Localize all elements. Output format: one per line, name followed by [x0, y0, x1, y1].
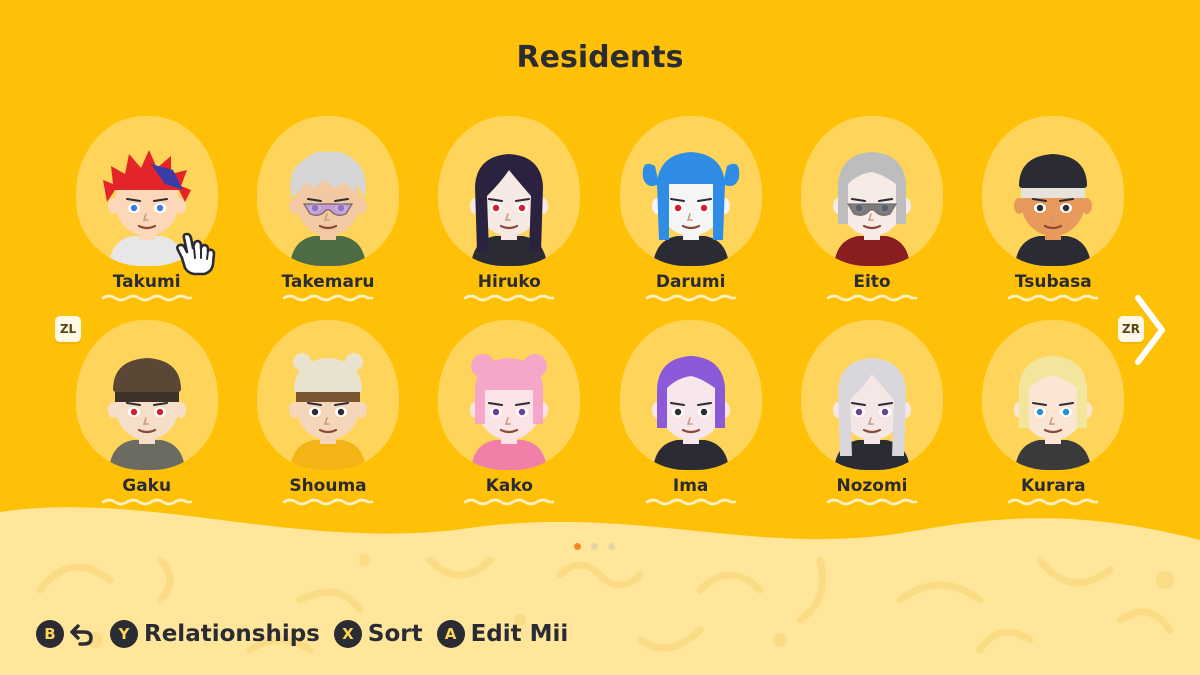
resident-name: Darumi	[655, 272, 726, 292]
residents-screen: Residents Takumi Takemaru Hiruko Darumi …	[0, 0, 1200, 675]
resident-card[interactable]: Gaku	[56, 318, 237, 522]
resident-card[interactable]: Darumi	[600, 114, 781, 318]
resident-card[interactable]: Takemaru	[237, 114, 418, 318]
hand-pointer-icon	[176, 232, 216, 276]
resident-name: Takemaru	[281, 272, 375, 292]
name-wavy-underline	[826, 498, 918, 506]
a-button-icon: A	[436, 620, 465, 648]
sort-label: Sort	[367, 621, 423, 647]
resident-card[interactable]: Eito	[781, 114, 962, 318]
mii-portrait	[800, 116, 943, 266]
resident-name: Gaku	[122, 476, 172, 496]
mii-avatar	[288, 353, 367, 470]
page-indicator	[574, 543, 626, 553]
name-wavy-underline	[826, 294, 918, 302]
mii-portrait	[438, 320, 581, 470]
name-wavy-underline	[645, 294, 736, 302]
page-dot	[591, 543, 598, 550]
y-button-icon: Y	[110, 620, 138, 648]
page-dot-active	[574, 543, 581, 550]
mii-portrait	[619, 320, 762, 470]
name-wavy-underline	[282, 498, 374, 506]
resident-card[interactable]: Kurara	[963, 318, 1144, 522]
mii-avatar	[288, 151, 367, 266]
mii-avatar	[470, 354, 549, 470]
mii-avatar	[651, 356, 730, 470]
resident-name: Nozomi	[836, 476, 908, 496]
resident-name: Kako	[485, 476, 533, 496]
edit-mii-control[interactable]: A Edit Mii	[436, 620, 569, 648]
controls-bar: B Y Relationships X Sort A Edit Mii	[36, 617, 582, 651]
resident-card[interactable]: Hiruko	[419, 114, 600, 318]
zl-button-icon[interactable]: ZL	[55, 316, 81, 342]
mii-portrait	[982, 320, 1125, 470]
name-wavy-underline	[101, 498, 192, 506]
mii-portrait	[256, 116, 399, 266]
resident-name: Ima	[672, 476, 709, 496]
back-control[interactable]: B	[36, 620, 96, 648]
page-title: Residents	[516, 40, 684, 75]
x-button-icon: X	[333, 620, 362, 648]
mii-portrait	[982, 116, 1125, 266]
mii-avatar	[107, 358, 186, 470]
name-wavy-underline	[464, 294, 555, 302]
resident-name: Hiruko	[477, 272, 541, 292]
next-page-arrow-icon[interactable]	[1132, 292, 1168, 368]
sort-control[interactable]: X Sort	[333, 620, 423, 648]
page-dot	[608, 543, 615, 550]
b-button-icon: B	[36, 620, 64, 648]
mii-portrait	[438, 116, 581, 266]
name-wavy-underline	[464, 498, 555, 506]
name-wavy-underline	[282, 294, 374, 302]
relationships-control[interactable]: Y Relationships	[110, 620, 320, 648]
mii-portrait	[256, 320, 399, 470]
name-wavy-underline	[101, 294, 192, 302]
mii-avatar	[832, 152, 911, 266]
mii-portrait	[800, 320, 943, 470]
mii-avatar	[832, 358, 911, 470]
resident-card[interactable]: Tsubasa	[963, 114, 1144, 318]
name-wavy-underline	[1008, 294, 1099, 302]
mii-avatar	[1014, 154, 1093, 266]
mii-avatar	[470, 154, 549, 266]
mii-portrait	[619, 116, 762, 266]
resident-card[interactable]: Takumi	[56, 114, 237, 318]
mii-portrait	[75, 320, 218, 470]
resident-grid: Takumi Takemaru Hiruko Darumi Eito Tsuba…	[56, 114, 1144, 522]
resident-card[interactable]: Kako	[419, 318, 600, 522]
resident-name: Shouma	[289, 476, 367, 496]
resident-card[interactable]: Nozomi	[781, 318, 962, 522]
mii-avatar	[1014, 356, 1093, 470]
relationships-label: Relationships	[144, 621, 320, 647]
name-wavy-underline	[1008, 498, 1099, 506]
name-wavy-underline	[645, 498, 736, 506]
mii-avatar	[642, 152, 739, 266]
resident-name: Kurara	[1020, 476, 1086, 496]
resident-name: Tsubasa	[1014, 272, 1092, 292]
edit-mii-label: Edit Mii	[470, 621, 569, 647]
resident-name: Eito	[853, 272, 891, 292]
resident-card[interactable]: Ima	[600, 318, 781, 522]
resident-card[interactable]: Shouma	[237, 318, 418, 522]
back-arrow-icon	[70, 624, 93, 646]
